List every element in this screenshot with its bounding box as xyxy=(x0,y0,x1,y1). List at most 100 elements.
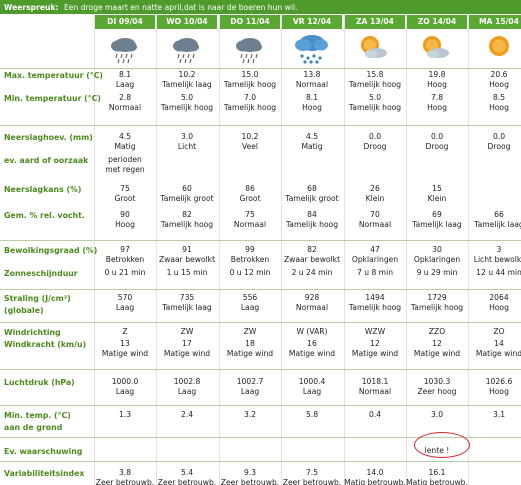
radiation-value: 570 xyxy=(117,293,133,302)
radiation-value: 1494 xyxy=(365,293,385,302)
cloud-descriptor: Betrokken xyxy=(230,255,270,264)
day-header-2[interactable]: WO 10/04 xyxy=(157,15,217,29)
heavy-rain-icon xyxy=(282,31,342,65)
radiation-descriptor: Hoog xyxy=(489,303,509,312)
precip-value: 4.5 xyxy=(118,132,132,141)
variability-value: 9.3 xyxy=(243,468,257,477)
precip-chance-value: 75 xyxy=(120,184,130,193)
sunshine-value: 7 u 8 min xyxy=(356,268,394,277)
max-temp-descriptor: Tamelijk laag xyxy=(162,80,212,89)
max-temp-value: 13.8 xyxy=(303,70,321,79)
ground-temp-value: 5.8 xyxy=(305,410,319,419)
pressure-descriptor: Normaal xyxy=(358,387,392,396)
section-divider xyxy=(0,369,521,370)
max-temp-value: 15.0 xyxy=(241,70,259,79)
cloud-rain-icon xyxy=(157,31,217,65)
ground-temp-value: 3.1 xyxy=(492,410,506,419)
precip-type-descriptor: met regen xyxy=(105,165,145,174)
max-temp-value: 15.8 xyxy=(366,70,384,79)
wind-dir-value: ZW xyxy=(243,327,257,336)
variability-descriptor: Zeer betrouwb. xyxy=(157,478,217,485)
min-temp-value: 7.8 xyxy=(430,93,444,102)
radiation-value: 1729 xyxy=(427,293,447,302)
row-label-warning: Ev. waarschuwing xyxy=(4,447,83,456)
day-header-5[interactable]: ZA 13/04 xyxy=(345,15,405,29)
row-label-radiation-sub: (globale) xyxy=(4,306,44,315)
max-temp-descriptor: Normaal xyxy=(295,80,329,89)
variability-descriptor: Zeer betrouwb. xyxy=(282,478,342,485)
row-label-max-temp: Max. temperatuur (°C) xyxy=(4,71,103,80)
precip-chance-descriptor: Klein xyxy=(365,194,385,203)
wind-speed-value: 12 xyxy=(432,339,442,348)
section-divider xyxy=(0,68,521,69)
precip-chance-descriptor: Groot xyxy=(114,194,136,203)
max-temp-descriptor: Tamelijk hoog xyxy=(348,80,402,89)
min-temp-value: 5.0 xyxy=(180,93,194,102)
day-header-4[interactable]: VR 12/04 xyxy=(282,15,342,29)
max-temp-value: 20.6 xyxy=(490,70,508,79)
day-header-6[interactable]: ZO 14/04 xyxy=(407,15,467,29)
row-label-precip-type: ev. aard of oorzaak xyxy=(4,156,89,165)
day-header-1[interactable]: DI 09/04 xyxy=(95,15,155,29)
day-header-3[interactable]: DO 11/04 xyxy=(220,15,280,29)
row-label-min-temp: Min. temperatuur (°C) xyxy=(4,94,101,103)
precip-chance-value: 60 xyxy=(182,184,192,193)
cloud-descriptor: Zwaar bewolkt xyxy=(158,255,216,264)
day-header-7[interactable]: MA 15/04 xyxy=(469,15,521,29)
precip-value: 3.0 xyxy=(180,132,194,141)
radiation-descriptor: Normaal xyxy=(295,303,329,312)
variability-value: 14.0 xyxy=(366,468,384,477)
variability-descriptor: Matig betrouwb. xyxy=(344,478,406,485)
row-label-variability: Variabiliteitsindex xyxy=(4,469,85,478)
min-temp-descriptor: Normaal xyxy=(108,103,142,112)
wind-dir-value: ZW xyxy=(180,327,194,336)
ground-temp-value: 3.2 xyxy=(243,410,257,419)
precip-chance-value: 68 xyxy=(307,184,317,193)
sunshine-value: 1 u 15 min xyxy=(166,268,208,277)
ground-temp-value: 3.0 xyxy=(430,410,444,419)
variability-descriptor: Zeer betrouwb. xyxy=(95,478,155,485)
precip-descriptor: Droog xyxy=(363,142,387,151)
max-temp-value: 19.8 xyxy=(428,70,446,79)
max-temp-value: 10.2 xyxy=(178,70,196,79)
variability-value: 16.1 xyxy=(428,468,446,477)
sunshine-value: 0 u 12 min xyxy=(229,268,271,277)
ground-temp-value: 2.4 xyxy=(180,410,194,419)
sunshine-value: 9 u 29 min xyxy=(416,268,458,277)
humidity-value: 90 xyxy=(120,210,130,219)
section-divider xyxy=(0,125,521,126)
ground-temp-value: 0.4 xyxy=(368,410,382,419)
max-temp-value: 8.1 xyxy=(118,70,132,79)
precip-descriptor: Veel xyxy=(241,142,259,151)
min-temp-value: 8.1 xyxy=(305,93,319,102)
wind-speed-descriptor: Matige wind xyxy=(101,349,149,358)
min-temp-descriptor: Tamelijk hoog xyxy=(223,103,277,112)
humidity-value: 82 xyxy=(182,210,192,219)
wind-speed-descriptor: Matige wind xyxy=(351,349,399,358)
precip-chance-descriptor: Klein xyxy=(427,194,447,203)
radiation-descriptor: Tamelijk laag xyxy=(162,303,212,312)
cloud-value: 99 xyxy=(245,245,255,254)
wind-speed-value: 13 xyxy=(120,339,130,348)
humidity-descriptor: Tamelijk laag xyxy=(474,220,521,229)
pressure-value: 1018.1 xyxy=(361,377,389,386)
precip-value: 0.0 xyxy=(368,132,382,141)
humidity-descriptor: Normaal xyxy=(358,220,392,229)
pressure-descriptor: Hoog xyxy=(489,387,509,396)
sunshine-value: 0 u 21 min xyxy=(104,268,146,277)
humidity-descriptor: Tamelijk hoog xyxy=(285,220,339,229)
min-temp-descriptor: Hoog xyxy=(302,103,322,112)
min-temp-value: 7.0 xyxy=(243,93,257,102)
wind-dir-value: Z xyxy=(122,327,128,336)
weather-saying-banner: Weerspreuk: Een droge maart en natte apr… xyxy=(0,0,521,14)
variability-value: 5.4 xyxy=(180,468,194,477)
variability-value: 3.8 xyxy=(118,468,132,477)
min-temp-value: 8.5 xyxy=(492,93,506,102)
max-temp-descriptor: Tamelijk hoog xyxy=(223,80,277,89)
pressure-descriptor: Laag xyxy=(177,387,197,396)
min-temp-descriptor: Tamelijk hoog xyxy=(160,103,214,112)
precip-descriptor: Droog xyxy=(487,142,511,151)
cloud-value: 82 xyxy=(307,245,317,254)
section-divider xyxy=(0,240,521,241)
row-label-cloud: Bewolkingsgraad (%) xyxy=(4,246,98,255)
